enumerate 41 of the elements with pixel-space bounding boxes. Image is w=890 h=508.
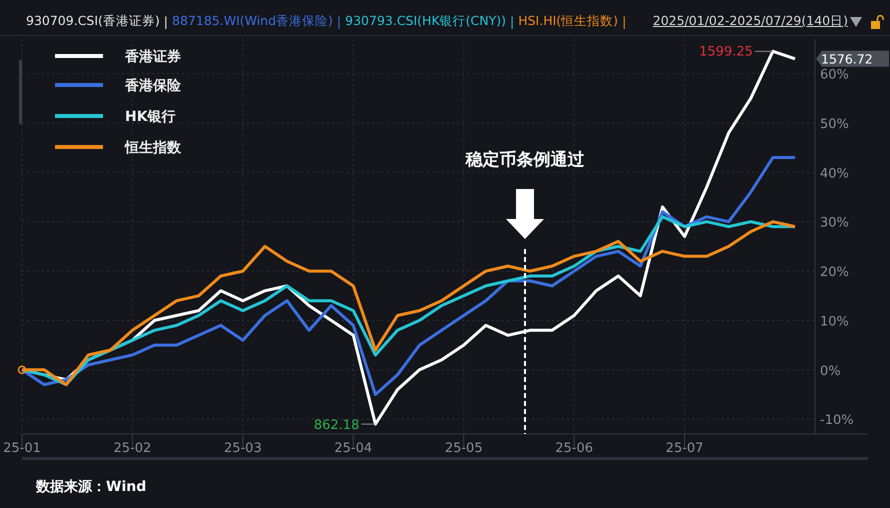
caret-icon[interactable]: [850, 16, 862, 26]
x-tick-label: 25-03: [224, 441, 262, 456]
event-label: 稳定币条例通过: [466, 150, 584, 170]
x-tick-label: 25-07: [666, 441, 704, 456]
y-tick-label: 50%: [820, 116, 849, 132]
separator-mark: |: [164, 14, 168, 29]
y-tick-label: 0%: [820, 364, 841, 379]
legend-label: 香港证券: [125, 49, 181, 65]
series-label[interactable]: HSI.HI(恒生指数): [518, 13, 618, 30]
y-tick-label: 20%: [820, 265, 849, 280]
series-label[interactable]: 930793.CSI(HK银行(CNY)): [345, 13, 506, 30]
date-range-link[interactable]: 2025/01/02-2025/07/29(140日): [652, 13, 848, 30]
min-value-label: 862.18: [314, 418, 360, 434]
x-tick-label: 25-02: [114, 441, 152, 456]
legend-label: HK银行: [125, 109, 176, 125]
separator-mark: |: [336, 14, 342, 29]
separator-mark: |: [622, 14, 626, 29]
separator-mark: |: [510, 14, 514, 29]
series-label[interactable]: 887185.WI(Wind香港保险): [172, 13, 333, 30]
legend-label: 香港保险: [125, 78, 181, 94]
x-tick-label: 25-06: [555, 441, 594, 456]
scrollbar[interactable]: [19, 60, 22, 124]
legend-line: [55, 83, 103, 87]
y-tick-label: 40%: [820, 166, 849, 182]
y-tick-label: 60%: [820, 68, 849, 83]
legend-label: 恒生指数: [125, 140, 181, 156]
x-tick-label: 25-04: [334, 441, 372, 456]
y-tick-label: 30%: [820, 216, 849, 231]
legend-line: [55, 54, 103, 58]
x-tick-label: 25-05: [444, 441, 483, 456]
series-label[interactable]: 930709.CSI(香港证券): [26, 13, 160, 30]
start-marker: [18, 366, 26, 374]
source-note: 数据来源：Wind: [36, 479, 146, 495]
max-value-label: 1599.25: [699, 44, 753, 60]
legend-line: [55, 114, 103, 118]
lock-icon[interactable]: [870, 14, 884, 28]
y-tick-label: 10%: [820, 314, 849, 330]
legend-line: [55, 145, 103, 149]
y-tick-label: -10%: [820, 413, 854, 428]
last-value-tag: 1576.72: [816, 50, 889, 67]
x-tick-label: 25-01: [3, 441, 41, 456]
